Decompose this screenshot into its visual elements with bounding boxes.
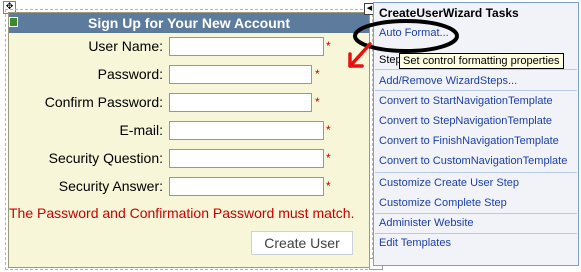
security-answer-required: * — [326, 179, 331, 193]
separator — [375, 233, 577, 234]
convert-start-navigation-link[interactable]: Convert to StartNavigationTemplate — [379, 95, 553, 107]
security-question-required: * — [326, 151, 331, 165]
create-user-wizard[interactable]: Sign Up for Your New Account User Name: … — [8, 12, 370, 268]
auto-format-tooltip: Set control formatting properties — [399, 53, 564, 69]
convert-step-navigation-link[interactable]: Convert to StepNavigationTemplate — [379, 115, 552, 127]
customize-create-user-step-link[interactable]: Customize Create User Step — [379, 177, 519, 189]
password-input[interactable] — [169, 65, 312, 84]
separator — [375, 213, 577, 214]
security-question-input[interactable] — [169, 149, 324, 168]
email-input[interactable] — [169, 121, 324, 140]
customize-complete-step-link[interactable]: Customize Complete Step — [379, 197, 507, 209]
add-remove-wizard-steps-link[interactable]: Add/Remove WizardSteps... — [379, 75, 517, 87]
security-answer-label: Security Answer: — [58, 178, 163, 194]
separator — [375, 172, 577, 173]
confirm-password-label: Confirm Password: — [44, 94, 163, 110]
confirm-password-row: Confirm Password: * — [9, 93, 369, 113]
create-user-button[interactable]: Create User — [251, 231, 353, 255]
wizard-title-bar: Sign Up for Your New Account — [9, 13, 369, 33]
user-name-input[interactable] — [169, 37, 324, 56]
red-arrow-icon — [348, 42, 372, 68]
password-row: Password: * — [9, 65, 369, 85]
confirm-password-required: * — [315, 95, 320, 109]
password-required: * — [315, 67, 320, 81]
confirm-password-input[interactable] — [169, 93, 312, 112]
user-name-required: * — [326, 39, 331, 53]
email-required: * — [326, 123, 331, 137]
user-name-label: User Name: — [88, 38, 163, 54]
step-marker-icon — [9, 17, 18, 27]
security-answer-row: Security Answer: * — [9, 177, 369, 197]
separator — [375, 90, 577, 91]
wizard-title: Sign Up for Your New Account — [88, 15, 290, 31]
security-question-row: Security Question: * — [9, 149, 369, 169]
password-mismatch-error: The Password and Confirmation Password m… — [9, 205, 355, 221]
email-row: E-mail: * — [9, 121, 369, 141]
user-name-row: User Name: * — [9, 37, 369, 57]
edit-templates-link[interactable]: Edit Templates — [379, 237, 451, 249]
convert-custom-navigation-link[interactable]: Convert to CustomNavigationTemplate — [379, 155, 567, 167]
password-label: Password: — [97, 66, 163, 82]
convert-finish-navigation-link[interactable]: Convert to FinishNavigationTemplate — [379, 135, 559, 147]
email-label: E-mail: — [119, 122, 163, 138]
administer-website-link[interactable]: Administer Website — [379, 217, 474, 229]
security-question-label: Security Question: — [48, 150, 163, 166]
separator — [375, 69, 577, 70]
security-answer-input[interactable] — [169, 177, 324, 196]
